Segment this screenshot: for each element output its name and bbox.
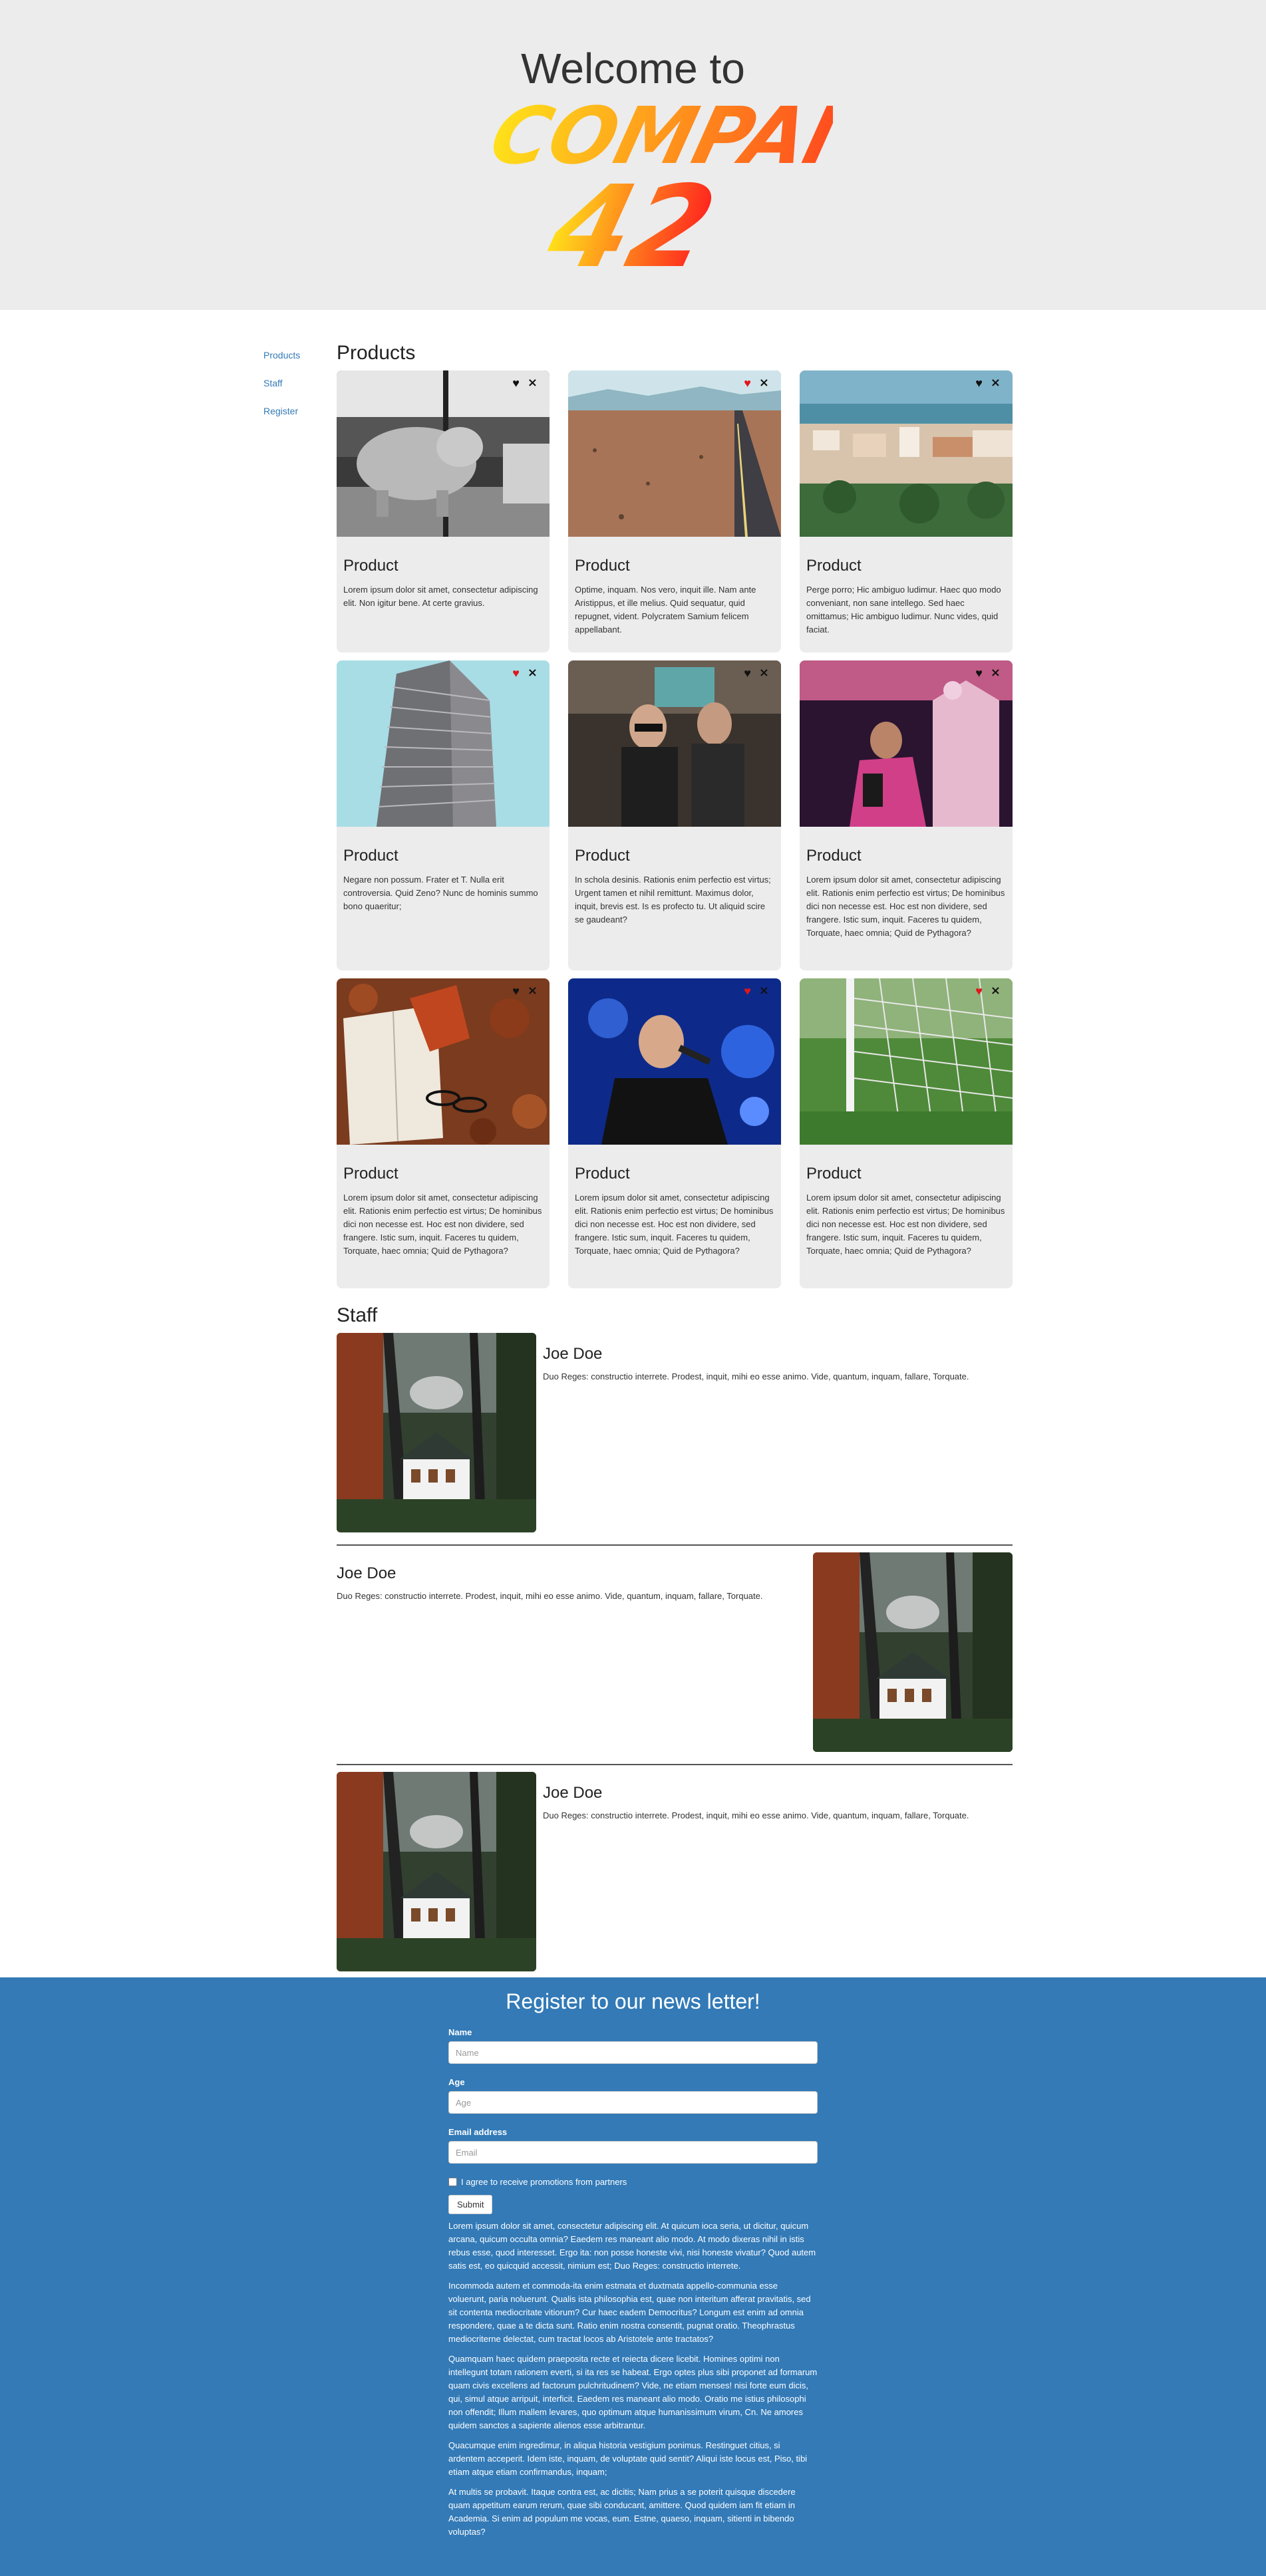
house-in-forest-photo — [337, 1333, 536, 1532]
age-label: Age — [448, 2077, 465, 2087]
product-description: Lorem ipsum dolor sit amet, consectetur … — [806, 1193, 1005, 1256]
company-logo: COMPANY 42 — [481, 93, 832, 286]
close-icon[interactable]: × — [528, 667, 538, 679]
staff-bio: Duo Reges: constructio interrete. Prodes… — [543, 1810, 969, 1820]
product-card: ♥ × Product Lorem ipsum dolor sit amet, … — [568, 978, 781, 1288]
staff-member: Joe Doe Duo Reges: constructio interrete… — [337, 1772, 1013, 1985]
product-card: ♥ × Product Lorem ipsum dolor sit amet, … — [337, 978, 550, 1288]
close-icon[interactable]: × — [991, 985, 1001, 997]
staff-bio: Duo Reges: constructio interrete. Prodes… — [337, 1591, 763, 1601]
heart-icon[interactable]: ♥ — [512, 667, 520, 679]
products-title: Products — [337, 342, 416, 364]
staff-bio: Duo Reges: constructio interrete. Prodes… — [543, 1371, 969, 1381]
skyscraper-photo — [337, 660, 550, 827]
product-title: Product — [575, 1165, 630, 1183]
nav-link-register[interactable]: Register — [263, 406, 330, 416]
name-input[interactable] — [448, 2041, 818, 2064]
staff-member: Joe Doe Duo Reges: constructio interrete… — [337, 1333, 1013, 1546]
side-navigation: Products Staff Register — [263, 350, 330, 434]
book-leaves-photo — [337, 978, 550, 1145]
newsletter-title: Register to our news letter! — [506, 1989, 760, 2013]
product-description: Perge porro; Hic ambiguo ludimur. Haec q… — [806, 585, 1001, 635]
performer-pink-photo — [800, 660, 1013, 827]
submit-button[interactable]: Submit — [448, 2195, 493, 2214]
promotions-checkbox[interactable] — [448, 2178, 457, 2186]
heart-icon[interactable]: ♥ — [744, 667, 751, 679]
product-card: ♥ × Product Lorem ipsum dolor sit amet, … — [800, 660, 1013, 970]
close-icon[interactable]: × — [759, 377, 769, 389]
staff-title: Staff — [337, 1304, 378, 1326]
pig-sculpture-photo — [337, 370, 550, 537]
product-description: Negare non possum. Frater et T. Nulla er… — [343, 875, 538, 911]
product-title: Product — [806, 1165, 862, 1183]
product-card: ♥ × Product In schola desinis. Rationis … — [568, 660, 781, 970]
close-icon[interactable]: × — [528, 985, 538, 997]
promotions-checkbox-row: I agree to receive promotions from partn… — [448, 2177, 818, 2187]
product-title: Product — [343, 847, 398, 865]
product-title: Product — [343, 1165, 398, 1183]
singer-blue-photo — [568, 978, 781, 1145]
content-column: Products ♥ × Product Lorem ipsum dolor s… — [337, 342, 1013, 1985]
product-description: Lorem ipsum dolor sit amet, consectetur … — [806, 875, 1005, 938]
newsletter-paragraph: Quamquam haec quidem praeposita recte et… — [448, 2354, 818, 2430]
product-description: Lorem ipsum dolor sit amet, consectetur … — [343, 585, 538, 608]
product-description: In schola desinis. Rationis enim perfect… — [575, 875, 771, 925]
product-title: Product — [575, 847, 630, 865]
coastal-town-photo — [800, 370, 1013, 537]
heart-icon[interactable]: ♥ — [975, 377, 983, 389]
newsletter-paragraph: Quacumque enim ingredimur, in aliqua his… — [448, 2440, 808, 2477]
product-description: Lorem ipsum dolor sit amet, consectetur … — [343, 1193, 542, 1256]
product-description: Optime, inquam. Nos vero, inquit ille. N… — [575, 585, 756, 635]
product-card: ♥ × Product Optime, inquam. Nos vero, in… — [568, 370, 781, 652]
heart-icon[interactable]: ♥ — [744, 377, 751, 389]
staff-name: Joe Doe — [543, 1784, 603, 1802]
hero-header: Welcome to COMPANY 42 — [0, 0, 1266, 310]
band-photo — [568, 660, 781, 827]
product-title: Product — [343, 557, 398, 575]
heart-icon[interactable]: ♥ — [744, 985, 751, 997]
product-card: ♥ × Product Lorem ipsum dolor sit amet, … — [337, 370, 550, 652]
house-in-forest-photo — [813, 1552, 1013, 1752]
newsletter-form: Register to our news letter! Name Age Em… — [448, 1977, 818, 2545]
product-grid: ♥ × Product Lorem ipsum dolor sit amet, … — [337, 370, 1013, 1288]
staff-name: Joe Doe — [337, 1564, 396, 1582]
newsletter-paragraph: At multis se probavit. Itaque contra est… — [448, 2487, 796, 2537]
product-description: Lorem ipsum dolor sit amet, consectetur … — [575, 1193, 774, 1256]
name-label: Name — [448, 2027, 472, 2037]
newsletter-paragraph: Incommoda autem et commoda-ita enim estm… — [448, 2281, 811, 2344]
product-title: Product — [806, 847, 862, 865]
close-icon[interactable]: × — [991, 667, 1001, 679]
email-label: Email address — [448, 2127, 508, 2137]
promotions-checkbox-label: I agree to receive promotions from partn… — [461, 2177, 627, 2187]
product-card: ♥ × Product Perge porro; Hic ambiguo lud… — [800, 370, 1013, 652]
close-icon[interactable]: × — [528, 377, 538, 389]
newsletter-section: Register to our news letter! Name Age Em… — [0, 1977, 1266, 2576]
product-card: ♥ × Product Negare non possum. Frater et… — [337, 660, 550, 970]
welcome-title: Welcome to — [521, 45, 745, 92]
soccer-goal-photo — [800, 978, 1013, 1145]
close-icon[interactable]: × — [759, 985, 769, 997]
newsletter-paragraph: Lorem ipsum dolor sit amet, consectetur … — [448, 2221, 816, 2271]
desert-road-photo — [568, 370, 781, 537]
close-icon[interactable]: × — [759, 667, 769, 679]
heart-icon[interactable]: ♥ — [512, 985, 520, 997]
product-card: ♥ × Product Lorem ipsum dolor sit amet, … — [800, 978, 1013, 1288]
heart-icon[interactable]: ♥ — [975, 667, 983, 679]
staff-name: Joe Doe — [543, 1345, 603, 1363]
logo-text-line2: 42 — [536, 161, 727, 286]
heart-icon[interactable]: ♥ — [975, 985, 983, 997]
house-in-forest-photo — [337, 1772, 536, 1971]
product-title: Product — [575, 557, 630, 575]
staff-member: Joe Doe Duo Reges: constructio interrete… — [337, 1552, 1013, 1765]
nav-link-staff[interactable]: Staff — [263, 378, 330, 388]
staff-list: Joe Doe Duo Reges: constructio interrete… — [337, 1333, 1013, 1985]
nav-link-products[interactable]: Products — [263, 350, 330, 360]
age-input[interactable] — [448, 2091, 818, 2114]
product-title: Product — [806, 557, 862, 575]
email-input[interactable] — [448, 2141, 818, 2164]
heart-icon[interactable]: ♥ — [512, 377, 520, 389]
close-icon[interactable]: × — [991, 377, 1001, 389]
